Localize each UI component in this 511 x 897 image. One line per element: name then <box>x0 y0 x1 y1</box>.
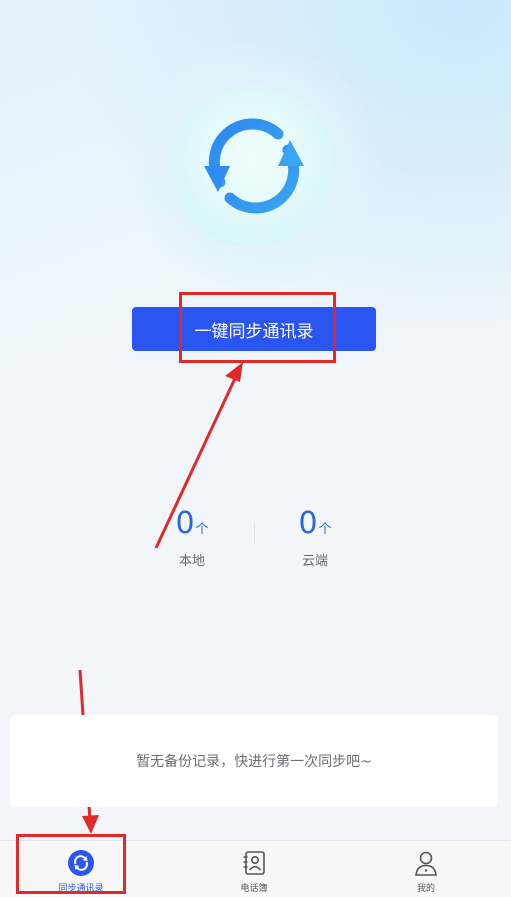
backup-history-card: 暂无备份记录，快进行第一次同步吧~ <box>10 715 498 807</box>
stat-cloud: 0个 云端 <box>280 506 350 569</box>
stat-local-count: 0 <box>175 506 195 541</box>
stat-cloud-count: 0 <box>298 506 318 541</box>
stat-local: 0个 本地 <box>157 506 227 569</box>
tab-label: 电话簿 <box>240 884 268 894</box>
contacts-book-icon <box>243 851 265 875</box>
sync-icon <box>68 850 94 876</box>
tab-mine[interactable]: 我的 <box>371 841 481 897</box>
stat-local-label: 本地 <box>178 554 205 569</box>
tab-label: 我的 <box>416 884 435 894</box>
stat-divider <box>254 522 255 544</box>
stat-cloud-label: 云端 <box>301 554 328 569</box>
sync-icon <box>204 118 304 214</box>
bottom-tab-bar: 同步通讯录 电话簿 我的 <box>0 840 511 897</box>
backup-empty-message: 暂无备份记录，快进行第一次同步吧~ <box>136 754 372 770</box>
sync-contacts-button[interactable]: 一键同步通讯录 <box>132 307 376 351</box>
person-icon <box>415 851 437 876</box>
stat-local-unit: 个 <box>195 522 209 537</box>
tab-phonebook[interactable]: 电话簿 <box>199 841 309 897</box>
tab-sync-contacts[interactable]: 同步通讯录 <box>26 841 136 897</box>
tab-label: 同步通讯录 <box>58 884 104 894</box>
stat-cloud-unit: 个 <box>318 522 332 537</box>
